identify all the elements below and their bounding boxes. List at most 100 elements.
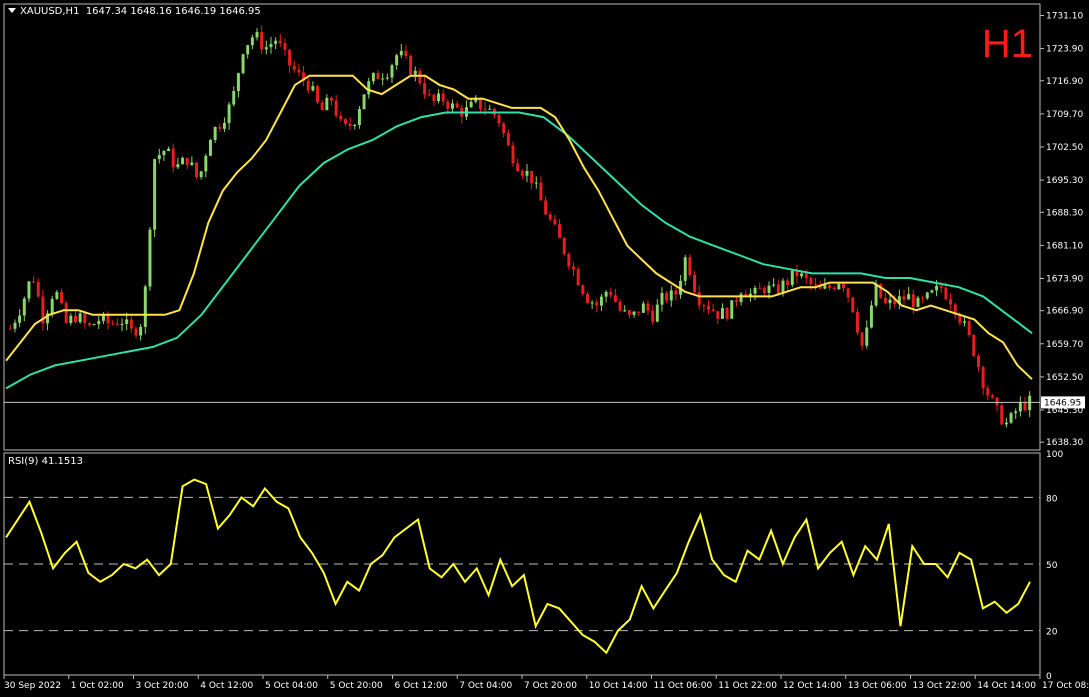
candle-body bbox=[720, 308, 724, 319]
candle-body bbox=[353, 125, 357, 127]
candle-body bbox=[157, 155, 161, 160]
price-tick-label: 1695.30 bbox=[1046, 176, 1083, 186]
candle-body bbox=[232, 91, 236, 105]
candle-body bbox=[78, 313, 82, 323]
price-chart-svg[interactable]: 1731.10 1723.90 1716.90 1709.70 1702.50 1695.… bbox=[0, 0, 1089, 697]
candle-body bbox=[181, 157, 185, 165]
time-tick-label: 6 Oct 12:00 bbox=[395, 681, 448, 691]
candle-body bbox=[306, 80, 310, 91]
candle-body bbox=[83, 313, 87, 324]
candle-body bbox=[27, 281, 31, 299]
candle-body bbox=[828, 285, 832, 288]
candle-body bbox=[339, 115, 343, 120]
candle-body bbox=[860, 332, 864, 346]
candle-body bbox=[902, 296, 906, 300]
candle-body bbox=[1023, 402, 1027, 411]
candle-body bbox=[455, 103, 459, 108]
candle-body bbox=[553, 219, 557, 225]
candle-body bbox=[129, 319, 133, 329]
candle-body bbox=[995, 397, 999, 406]
time-tick-label: 30 Sep 2022 bbox=[4, 681, 61, 691]
price-tick-label: 1673.90 bbox=[1046, 274, 1083, 284]
slow-moving-average-line bbox=[5, 111, 1033, 390]
dropdown-triangle-icon[interactable] bbox=[8, 8, 16, 13]
candle-body bbox=[64, 302, 68, 323]
candle-body bbox=[544, 200, 548, 215]
candle-body bbox=[451, 103, 454, 109]
candle-body bbox=[13, 322, 17, 329]
candle-body bbox=[213, 127, 217, 140]
candle-body bbox=[1018, 402, 1022, 412]
candle-body bbox=[651, 310, 655, 322]
candle-body bbox=[767, 285, 771, 293]
candle-body bbox=[171, 148, 175, 168]
price-tick-label: 1681.10 bbox=[1046, 241, 1083, 251]
candle-body bbox=[595, 302, 599, 306]
time-tick-label: 11 Oct 06:00 bbox=[654, 681, 713, 691]
candle-body bbox=[832, 287, 836, 290]
candle-body bbox=[641, 303, 645, 313]
candle-body bbox=[734, 300, 738, 302]
time-tick-label: 11 Oct 22:00 bbox=[718, 681, 777, 691]
candle-body bbox=[316, 86, 320, 103]
candle-body bbox=[106, 314, 110, 324]
candle-body bbox=[208, 139, 212, 156]
candle-body bbox=[865, 327, 869, 346]
candle-body bbox=[874, 283, 878, 306]
candle-body bbox=[925, 292, 929, 299]
candle-body bbox=[944, 287, 948, 300]
candle-body bbox=[623, 310, 627, 312]
candle-body bbox=[935, 285, 939, 291]
time-tick-label: 12 Oct 14:00 bbox=[783, 681, 842, 691]
candle-body bbox=[376, 73, 380, 79]
candle-body bbox=[916, 297, 920, 307]
candle-body bbox=[385, 77, 389, 79]
candle-body bbox=[949, 299, 953, 305]
candle-body bbox=[707, 305, 710, 310]
rsi-scale-label: 100 bbox=[1046, 450, 1063, 460]
candle-body bbox=[702, 305, 706, 307]
candle-body bbox=[92, 324, 96, 326]
candle-body bbox=[855, 312, 859, 333]
candle-body bbox=[404, 51, 408, 56]
candle-body bbox=[930, 290, 934, 293]
symbol-timeframe: XAUUSD,H1 bbox=[20, 6, 80, 17]
candle-body bbox=[558, 224, 562, 238]
candle-body bbox=[320, 102, 324, 111]
candle-body bbox=[963, 321, 966, 323]
candle-body bbox=[399, 51, 403, 56]
candle-body bbox=[343, 119, 347, 124]
chart-info-bar: XAUUSD,H1 1647.34 1648.16 1646.19 1646.9… bbox=[8, 6, 261, 17]
candle-body bbox=[236, 73, 240, 92]
candle-body bbox=[348, 123, 352, 126]
candle-body bbox=[576, 269, 580, 286]
candle-body bbox=[1004, 422, 1008, 425]
rsi-scale-label: 20 bbox=[1046, 628, 1058, 638]
candle-body bbox=[637, 311, 641, 313]
candle-body bbox=[36, 281, 40, 297]
candle-body bbox=[804, 273, 808, 279]
candle-body bbox=[921, 297, 925, 299]
candle-body bbox=[665, 293, 669, 301]
candle-body bbox=[357, 109, 361, 126]
candle-body bbox=[423, 83, 427, 95]
candle-body bbox=[786, 280, 790, 285]
candle-body bbox=[539, 182, 543, 201]
candle-body bbox=[227, 104, 231, 123]
candle-body bbox=[97, 320, 101, 325]
candle-body bbox=[693, 274, 697, 293]
candle-body bbox=[1028, 395, 1032, 411]
candle-body bbox=[506, 133, 510, 146]
candle-body bbox=[753, 287, 757, 294]
candle-body bbox=[120, 323, 124, 325]
rsi-scale-label: 80 bbox=[1046, 494, 1058, 504]
price-tick-label: 1659.70 bbox=[1046, 340, 1083, 350]
candle-body bbox=[432, 94, 436, 102]
time-tick-label: 17 Oct 08:00 bbox=[1042, 681, 1089, 691]
candle-body bbox=[446, 101, 450, 109]
candle-body bbox=[939, 285, 943, 288]
candle-body bbox=[334, 100, 338, 116]
candle-body bbox=[264, 47, 268, 50]
candle-body bbox=[613, 295, 617, 302]
candle-body bbox=[688, 257, 692, 275]
